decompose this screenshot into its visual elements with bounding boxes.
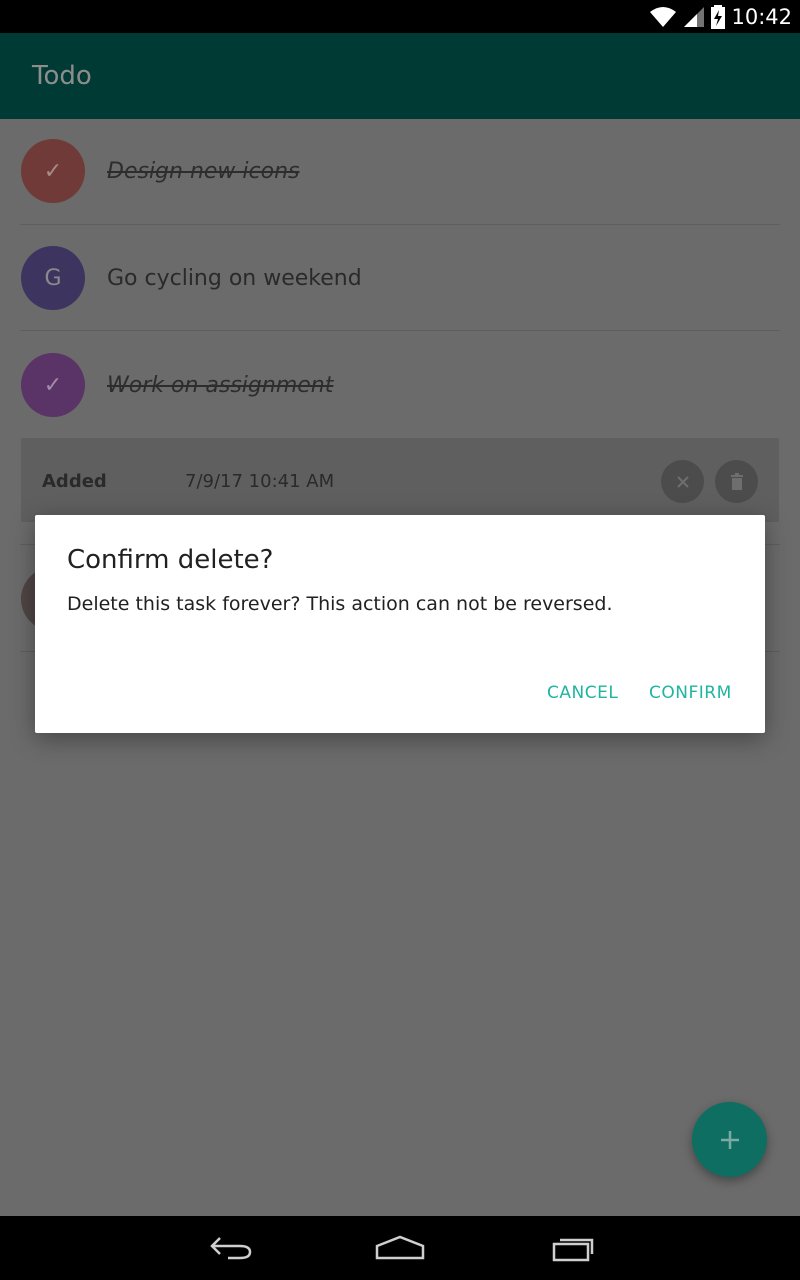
detail-value: 7/9/17 10:41 AM — [185, 471, 335, 492]
dialog-message: Delete this task forever? This action ca… — [67, 593, 613, 615]
dialog-title: Confirm delete? — [67, 545, 274, 575]
app-bar: Todo — [0, 33, 800, 119]
close-icon — [676, 475, 689, 488]
task-title: Design new icons — [107, 159, 300, 184]
navigation-bar — [0, 1216, 800, 1280]
app-title: Todo — [32, 61, 92, 91]
back-icon — [210, 1237, 252, 1260]
recents-icon — [552, 1238, 594, 1262]
recents-button[interactable] — [542, 1230, 602, 1266]
home-button[interactable] — [370, 1230, 430, 1266]
task-title: Work on assignment — [107, 373, 334, 398]
add-task-button[interactable] — [692, 1102, 767, 1177]
back-button[interactable] — [200, 1230, 260, 1266]
cellular-signal-icon — [684, 6, 705, 27]
trash-icon — [730, 472, 743, 490]
plus-icon — [720, 1130, 739, 1149]
avatar-initial: G — [44, 265, 62, 291]
status-time: 10:42 — [731, 4, 792, 29]
status-bar: 10:42 — [0, 0, 800, 33]
detail-label: Added — [42, 471, 107, 492]
task-avatar[interactable]: G — [21, 246, 85, 310]
task-title: Go cycling on weekend — [107, 266, 362, 291]
home-icon — [375, 1235, 425, 1260]
task-row[interactable]: ✓ Design new icons — [0, 119, 800, 225]
task-row[interactable]: ✓ Work on assignment — [0, 331, 800, 437]
check-icon: ✓ — [43, 158, 63, 184]
confirm-delete-dialog: Confirm delete? Delete this task forever… — [35, 515, 765, 733]
task-detail-panel: Added 7/9/17 10:41 AM — [21, 438, 779, 522]
task-row[interactable]: G Go cycling on weekend — [0, 225, 800, 331]
close-button[interactable] — [661, 460, 704, 503]
wifi-icon — [650, 6, 677, 27]
status-icons: 10:42 — [649, 4, 792, 29]
battery-charging-icon — [711, 4, 726, 29]
delete-button[interactable] — [715, 460, 758, 503]
cancel-button[interactable]: CANCEL — [547, 683, 618, 703]
task-avatar[interactable]: ✓ — [21, 353, 85, 417]
check-icon: ✓ — [43, 372, 63, 398]
confirm-button[interactable]: CONFIRM — [649, 683, 732, 703]
task-avatar[interactable]: ✓ — [21, 139, 85, 203]
